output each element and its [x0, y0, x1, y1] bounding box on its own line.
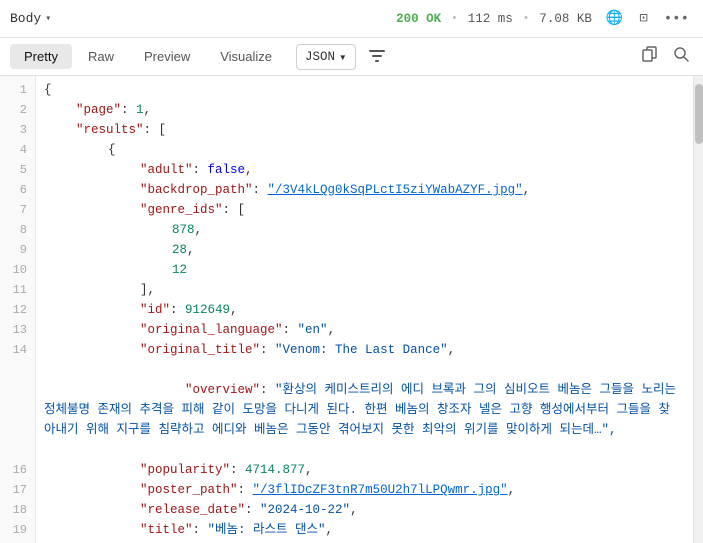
json-line-10: 12 [44, 260, 693, 280]
line-number: 8 [0, 220, 35, 240]
compress-icon[interactable]: ⊡ [635, 8, 651, 29]
json-line-15: "overview": "환상의 케미스트리의 에디 브록과 그의 심비오트 베… [44, 360, 693, 460]
line-number: 14 [0, 340, 35, 360]
copy-icon[interactable] [638, 44, 662, 69]
tab-preview[interactable]: Preview [130, 44, 204, 69]
json-line-5: "adult" : false , [44, 160, 693, 180]
json-line-19: "title" : "베놈: 라스트 댄스" , [44, 520, 693, 540]
toolbar-right [638, 44, 693, 69]
top-bar-icons: 🌐 ⊡ ••• [602, 8, 693, 29]
json-line-13: "original_language" : "en" , [44, 320, 693, 340]
json-line-2: "page" : 1 , [44, 100, 693, 120]
json-line-14: "original_title" : "Venom: The Last Danc… [44, 340, 693, 360]
response-time: 112 ms [468, 12, 513, 26]
format-label: JSON [305, 50, 335, 64]
json-line-4: { [44, 140, 693, 160]
tab-raw[interactable]: Raw [74, 44, 128, 69]
globe-icon[interactable]: 🌐 [602, 8, 627, 29]
poster-path-link[interactable]: "/3flIDcZF3tnR7m50U2h7lLPQwmr.jpg" [253, 480, 508, 500]
json-line-3: "results" : [ [44, 120, 693, 140]
toolbar-tabs: Pretty Raw Preview Visualize JSON ▾ [10, 44, 392, 70]
search-icon[interactable] [670, 45, 693, 69]
format-dropdown[interactable]: JSON ▾ [296, 44, 356, 70]
line-numbers: 1 2 3 4 5 6 7 8 9 10 11 12 13 14 16 17 1… [0, 76, 36, 543]
body-label: Body [10, 11, 41, 26]
line-number: 5 [0, 160, 35, 180]
line-number: 16 [0, 460, 35, 480]
line-number: 1 [0, 80, 35, 100]
line-number: 7 [0, 200, 35, 220]
line-number: 12 [0, 300, 35, 320]
json-line-11: ], [44, 280, 693, 300]
json-line-17: "poster_path" : "/3flIDcZF3tnR7m50U2h7lL… [44, 480, 693, 500]
chevron-down-icon[interactable]: ▾ [45, 13, 51, 25]
tab-visualize[interactable]: Visualize [206, 44, 286, 69]
line-number: 19 [0, 520, 35, 540]
scrollbar[interactable] [693, 76, 703, 543]
line-number [0, 360, 35, 460]
response-size: 7.08 KB [539, 12, 592, 26]
top-bar: Body ▾ 200 OK • 112 ms • 7.08 KB 🌐 ⊡ ••• [0, 0, 703, 38]
json-line-8: 878 , [44, 220, 693, 240]
status-badge: 200 OK [396, 12, 441, 26]
line-number: 11 [0, 280, 35, 300]
backdrop-path-link[interactable]: "/3V4kLQg0kSqPLctI5ziYWabAZYF.jpg" [268, 180, 523, 200]
json-line-18: "release_date" : "2024-10-22" , [44, 500, 693, 520]
format-chevron-icon: ▾ [339, 49, 347, 65]
json-line-9: 28 , [44, 240, 693, 260]
tab-pretty[interactable]: Pretty [10, 44, 72, 69]
line-number: 10 [0, 260, 35, 280]
json-line-16: "popularity" : 4714.877 , [44, 460, 693, 480]
json-line-6: "backdrop_path" : "/3V4kLQg0kSqPLctI5ziY… [44, 180, 693, 200]
line-number: 3 [0, 120, 35, 140]
line-number: 13 [0, 320, 35, 340]
json-line-12: "id" : 912649 , [44, 300, 693, 320]
line-number: 17 [0, 480, 35, 500]
filter-icon-button[interactable] [362, 45, 392, 69]
scrollbar-thumb[interactable] [695, 84, 703, 144]
main-content: 1 2 3 4 5 6 7 8 9 10 11 12 13 14 16 17 1… [0, 76, 703, 543]
json-line-7: "genre_ids" : [ [44, 200, 693, 220]
top-bar-right: 200 OK • 112 ms • 7.08 KB 🌐 ⊡ ••• [396, 8, 693, 29]
json-line-1: { [44, 80, 693, 100]
toolbar: Pretty Raw Preview Visualize JSON ▾ [0, 38, 703, 76]
line-number: 18 [0, 500, 35, 520]
line-number: 9 [0, 240, 35, 260]
line-number: 4 [0, 140, 35, 160]
more-icon[interactable]: ••• [660, 9, 693, 29]
line-number: 2 [0, 100, 35, 120]
top-bar-left: Body ▾ [10, 11, 51, 26]
json-viewer[interactable]: { "page" : 1 , "results" : [ { "adult" :… [36, 76, 693, 543]
line-number: 6 [0, 180, 35, 200]
